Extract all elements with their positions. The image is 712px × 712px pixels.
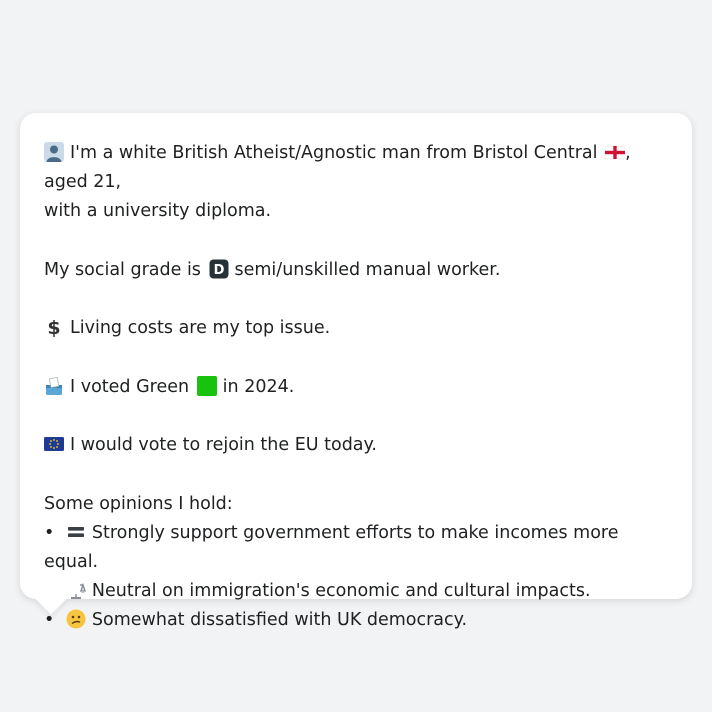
social-grade-line: My social grade is D semi/unskilled manu…	[44, 256, 668, 285]
list-item: Somewhat dissatisfied with UK democracy.	[44, 606, 668, 635]
identity-text: I'm a white British Atheist/Agnostic man…	[70, 143, 598, 163]
svg-text:D: D	[213, 263, 224, 278]
england-flag-icon	[604, 142, 626, 162]
education-text: with a university diploma.	[44, 201, 272, 221]
opinion-text: Strongly support government efforts to m…	[44, 522, 619, 572]
green-square-icon	[196, 375, 217, 396]
dollar-sign-icon: $	[44, 317, 64, 339]
eu-line: I would vote to rejoin the EU today.	[44, 431, 668, 460]
opinions-heading: Some opinions I hold:	[44, 493, 233, 514]
eu-flag-icon	[44, 434, 64, 454]
opinion-text: Somewhat dissatisfied with UK democracy.	[91, 609, 468, 630]
opinion-text: Neutral on immigration's economic and cu…	[91, 580, 591, 601]
confused-face-icon	[66, 609, 86, 629]
svg-text:$: $	[47, 317, 60, 337]
letter-d-icon: D	[209, 259, 229, 279]
vote-text-prefix: I voted Green	[70, 376, 190, 397]
vote-line: I voted Green in 2024.	[44, 373, 668, 402]
top-issue-line: $ Living costs are my top issue.	[44, 314, 668, 343]
top-issue-text: Living costs are my top issue.	[70, 318, 331, 338]
ballot-box-icon	[44, 376, 64, 396]
identity-line: I'm a white British Atheist/Agnostic man…	[44, 139, 668, 226]
grade-prefix: My social grade is	[44, 259, 201, 280]
eu-text: I would vote to rejoin the EU today.	[70, 435, 377, 455]
vote-text-suffix: in 2024.	[222, 376, 295, 397]
bust-in-silhouette-icon	[44, 142, 64, 162]
tail-joint	[30, 570, 80, 594]
list-item: Strongly support government efforts to m…	[44, 519, 668, 577]
chat-bubble: I'm a white British Atheist/Agnostic man…	[20, 113, 692, 630]
list-item: Neutral on immigration's economic and cu…	[44, 577, 668, 606]
equals-icon	[66, 522, 86, 542]
grade-suffix: semi/unskilled manual worker.	[234, 259, 501, 280]
